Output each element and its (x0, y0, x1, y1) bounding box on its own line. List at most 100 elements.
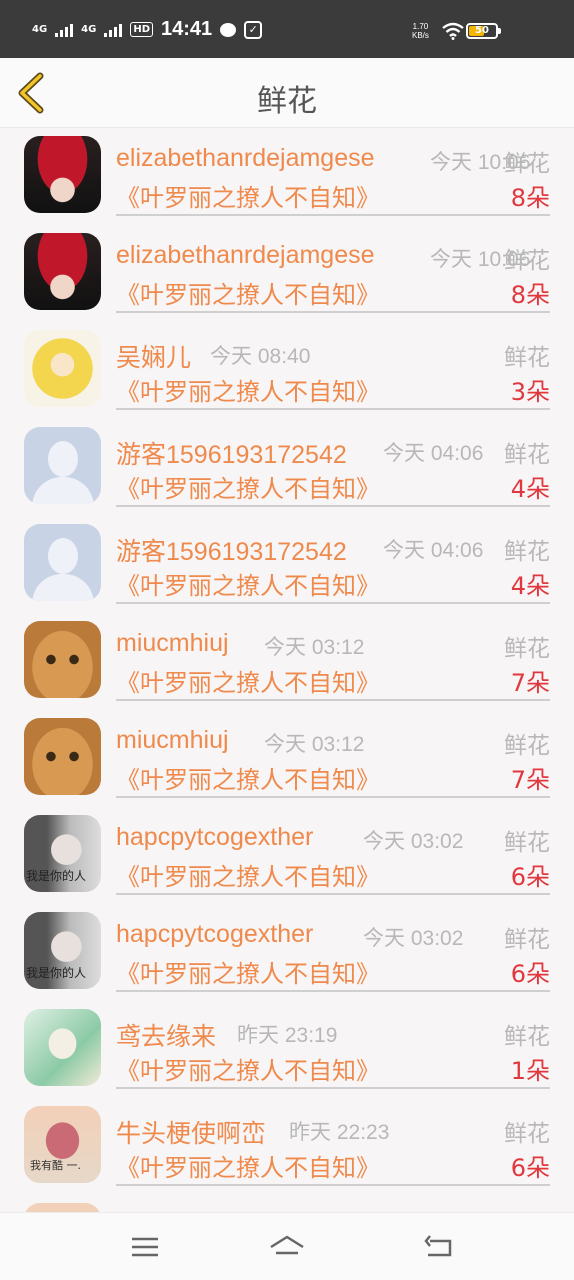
battery-icon: 50 (466, 23, 501, 39)
list-item[interactable]: 我有酷 一. 牛头梗使啊峦 昨天 22:23 鲜花 《叶罗丽之撩人不自知》 6朵 (0, 1098, 574, 1195)
gift-time: 昨天 23:19 (237, 1024, 338, 1047)
gift-time: 今天 08:40 (210, 345, 311, 368)
battery-level: 50 (475, 25, 489, 36)
list-item[interactable]: 鸢去缘来 昨天 23:19 鲜花 《叶罗丽之撩人不自知》 1朵 (0, 1001, 574, 1098)
menu-icon[interactable] (124, 1231, 164, 1263)
back-icon[interactable] (420, 1231, 460, 1263)
gift-time: 今天 03:12 (264, 636, 365, 659)
avatar[interactable]: 我有酷 一. (24, 1106, 101, 1183)
book-title[interactable]: 《叶罗丽之撩人不自知》 (116, 566, 380, 601)
gift-type: 鲜花 (504, 442, 550, 468)
user-name[interactable]: 游客1596193172542 (116, 435, 347, 471)
avatar[interactable] (24, 621, 101, 698)
book-title[interactable]: 《叶罗丽之撩人不自知》 (116, 372, 380, 407)
list-item[interactable]: 游客1596193172542 今天 04:06 鲜花 《叶罗丽之撩人不自知》 … (0, 419, 574, 516)
gift-count: 6朵 (510, 1154, 550, 1182)
gift-time: 今天 03:02 (363, 927, 464, 950)
avatar[interactable]: 我是你的人 (24, 815, 101, 892)
book-title[interactable]: 《叶罗丽之撩人不自知》 (116, 663, 380, 698)
gift-list: elizabethanrdejamgese 今天 10:06 鲜花 《叶罗丽之撩… (0, 128, 574, 1212)
list-item[interactable]: 游客1596193172542 今天 04:06 鲜花 《叶罗丽之撩人不自知》 … (0, 516, 574, 613)
divider (116, 505, 550, 507)
gift-count: 7朵 (510, 766, 550, 794)
home-icon[interactable] (267, 1231, 307, 1263)
avatar[interactable] (24, 136, 101, 213)
book-title[interactable]: 《叶罗丽之撩人不自知》 (116, 857, 380, 892)
gift-count: 8朵 (510, 281, 550, 309)
gift-count: 8朵 (510, 184, 550, 212)
book-title[interactable]: 《叶罗丽之撩人不自知》 (116, 760, 380, 795)
avatar[interactable] (24, 718, 101, 795)
list-item[interactable]: 我是你的人 hapcpytcogexther 今天 03:02 鲜花 《叶罗丽之… (0, 807, 574, 904)
book-title[interactable]: 《叶罗丽之撩人不自知》 (116, 1148, 380, 1183)
gift-count: 1朵 (510, 1057, 550, 1085)
user-name[interactable]: 鸢去缘来 (116, 1017, 216, 1053)
gift-type: 鲜花 (504, 1121, 550, 1147)
divider (116, 408, 550, 410)
book-title[interactable]: 《叶罗丽之撩人不自知》 (116, 1051, 380, 1086)
divider (116, 990, 550, 992)
divider (116, 602, 550, 604)
gift-type: 鲜花 (504, 927, 550, 953)
divider (116, 699, 550, 701)
divider (116, 1087, 550, 1089)
avatar[interactable] (24, 524, 101, 601)
book-title[interactable]: 《叶罗丽之撩人不自知》 (116, 275, 380, 310)
avatar-caption: 我是你的人 (26, 869, 87, 883)
gift-type: 鲜花 (504, 345, 550, 371)
gift-type: 鲜花 (504, 151, 550, 177)
status-bar: 4G 4G HD 14:41 ✓ 1.70 KB/s 50 (0, 0, 574, 58)
network-label-1: 4G (32, 23, 48, 35)
book-title[interactable]: 《叶罗丽之撩人不自知》 (116, 178, 380, 213)
list-item[interactable]: 鲜花 (0, 1195, 574, 1212)
network-speed: 1.70 KB/s (412, 22, 429, 40)
user-name[interactable]: 吴娴儿 (116, 338, 191, 374)
avatar[interactable] (24, 330, 101, 407)
battery-tip (498, 28, 501, 34)
system-nav-bar (0, 1212, 574, 1280)
list-item[interactable]: miucmhiuj 今天 03:12 鲜花 《叶罗丽之撩人不自知》 7朵 (0, 613, 574, 710)
list-item[interactable]: 吴娴儿 今天 08:40 鲜花 《叶罗丽之撩人不自知》 3朵 (0, 322, 574, 419)
list-item[interactable]: miucmhiuj 今天 03:12 鲜花 《叶罗丽之撩人不自知》 7朵 (0, 710, 574, 807)
avatar[interactable] (24, 233, 101, 310)
user-name[interactable]: elizabethanrdejamgese (116, 241, 375, 270)
gift-type: 鲜花 (504, 539, 550, 565)
gift-type: 鲜花 (504, 636, 550, 662)
speed-unit: KB/s (412, 31, 429, 40)
book-title[interactable]: 《叶罗丽之撩人不自知》 (116, 469, 380, 504)
speed-value: 1.70 (412, 22, 429, 31)
clock: 14:41 (161, 18, 213, 40)
user-name[interactable]: miucmhiuj (116, 726, 229, 755)
avatar[interactable]: 我是你的人 (24, 912, 101, 989)
user-name[interactable]: 牛头梗使啊峦 (116, 1114, 266, 1150)
avatar[interactable] (24, 1009, 101, 1086)
gift-type: 鲜花 (504, 248, 550, 274)
user-name[interactable]: hapcpytcogexther (116, 920, 313, 949)
gift-count: 7朵 (510, 669, 550, 697)
user-name[interactable]: hapcpytcogexther (116, 823, 313, 852)
avatar[interactable] (24, 1203, 101, 1212)
gift-time: 今天 03:12 (264, 733, 365, 756)
signal-icon-1 (55, 23, 74, 37)
user-name[interactable]: miucmhiuj (116, 629, 229, 658)
avatar[interactable] (24, 427, 101, 504)
user-name[interactable]: elizabethanrdejamgese (116, 144, 375, 173)
gift-count: 4朵 (510, 572, 550, 600)
app-notification-icon: ✓ (244, 20, 263, 39)
gift-type: 鲜花 (504, 830, 550, 856)
list-item[interactable]: elizabethanrdejamgese 今天 10:06 鲜花 《叶罗丽之撩… (0, 128, 574, 225)
gift-count: 6朵 (510, 960, 550, 988)
list-item[interactable]: 我是你的人 hapcpytcogexther 今天 03:02 鲜花 《叶罗丽之… (0, 904, 574, 1001)
avatar-caption: 我是你的人 (26, 966, 87, 980)
gift-time: 昨天 22:23 (289, 1121, 390, 1144)
divider (116, 214, 550, 216)
list-item[interactable]: elizabethanrdejamgese 今天 10:06 鲜花 《叶罗丽之撩… (0, 225, 574, 322)
gift-time: 今天 04:06 (383, 539, 484, 562)
user-name[interactable]: 游客1596193172542 (116, 532, 347, 568)
page-title: 鲜花 (257, 84, 317, 119)
status-left: 4G 4G HD 14:41 ✓ (32, 18, 263, 41)
gift-count: 3朵 (510, 378, 550, 406)
book-title[interactable]: 《叶罗丽之撩人不自知》 (116, 954, 380, 989)
divider (116, 311, 550, 313)
gift-count: 4朵 (510, 475, 550, 503)
